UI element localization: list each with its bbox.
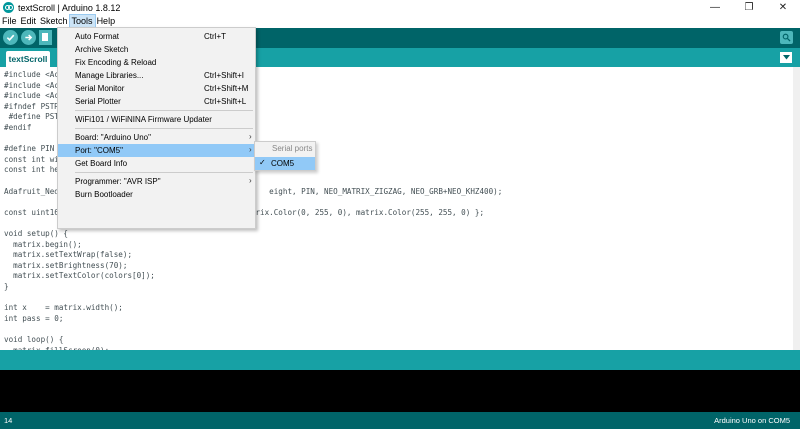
maximize-button[interactable]: ❐ <box>732 0 766 15</box>
menu-item-label: Programmer: "AVR ISP" <box>75 177 161 186</box>
tools-menu: Auto Format Ctrl+T Archive Sketch Fix En… <box>57 27 256 229</box>
code-line: #define PST <box>4 112 59 122</box>
arrow-right-icon <box>25 34 33 41</box>
editor-scrollbar[interactable] <box>793 67 800 350</box>
menu-item-serial-plotter[interactable]: Serial Plotter Ctrl+Shift+L <box>58 95 255 108</box>
menu-item-get-board-info[interactable]: Get Board Info <box>58 157 255 170</box>
code-line: void setup() { <box>4 229 69 238</box>
line-number: 14 <box>4 416 13 425</box>
menu-item-shortcut: Ctrl+T <box>204 32 226 41</box>
menu-edit[interactable]: Edit <box>19 15 39 28</box>
new-button[interactable] <box>39 30 52 45</box>
message-area <box>0 350 800 370</box>
code-line: #endif <box>4 123 32 132</box>
port-option-com5[interactable]: ✓ COM5 <box>255 157 315 170</box>
menu-item-label: Archive Sketch <box>75 45 129 54</box>
new-file-icon <box>42 33 48 41</box>
verify-button[interactable] <box>3 30 18 45</box>
menu-item-shortcut: Ctrl+Shift+M <box>204 84 249 93</box>
upload-button[interactable] <box>21 30 36 45</box>
code-line: int x = matrix.width(); <box>4 303 123 313</box>
code-line: #include <Ac <box>4 91 59 101</box>
menu-item-burn-bootloader[interactable]: Burn Bootloader <box>58 188 255 201</box>
tab-menu-button[interactable] <box>780 52 792 63</box>
menu-item-label: Serial Plotter <box>75 97 121 106</box>
submenu-header: Serial ports <box>272 144 313 153</box>
check-icon <box>6 34 15 42</box>
magnifier-icon <box>782 33 791 42</box>
code-line: #include <Ac <box>4 70 59 79</box>
code-line: } <box>4 282 9 291</box>
menu-item-label: Board: "Arduino Uno" <box>75 133 151 142</box>
chevron-right-icon: › <box>249 145 252 154</box>
menu-separator <box>75 172 253 173</box>
menu-item-port[interactable]: Port: "COM5" › <box>58 144 255 157</box>
menu-item-label: Port: "COM5" <box>75 146 123 155</box>
menu-item-archive-sketch[interactable]: Archive Sketch <box>58 43 255 56</box>
code-line: matrix.begin(); <box>4 239 82 249</box>
menu-item-programmer[interactable]: Programmer: "AVR ISP" › <box>58 175 255 188</box>
menu-item-label: Get Board Info <box>75 159 128 168</box>
menu-item-manage-libraries[interactable]: Manage Libraries... Ctrl+Shift+I <box>58 69 255 82</box>
menu-item-board[interactable]: Board: "Arduino Uno" › <box>58 131 255 144</box>
arduino-logo-icon <box>3 2 14 13</box>
menu-item-label: WiFi101 / WiFiNINA Firmware Updater <box>75 115 212 124</box>
title-bar: textScroll | Arduino 1.8.12 — ❐ ✕ <box>0 0 800 15</box>
code-line: matrix.setBrightness(70); <box>4 260 128 270</box>
code-line: int pass = 0; <box>4 313 64 323</box>
close-button[interactable]: ✕ <box>766 0 800 15</box>
code-line: const int he <box>4 165 59 175</box>
menu-item-firmware-updater[interactable]: WiFi101 / WiFiNINA Firmware Updater <box>58 113 255 126</box>
menu-item-label: Serial Monitor <box>75 84 125 93</box>
status-bar: 14 Arduino Uno on COM5 <box>0 412 800 429</box>
menu-separator <box>75 128 253 129</box>
code-line: void loop() { <box>4 335 64 344</box>
board-status: Arduino Uno on COM5 <box>714 416 790 425</box>
chevron-down-icon <box>782 55 790 60</box>
menu-item-auto-format[interactable]: Auto Format Ctrl+T <box>58 30 255 43</box>
chevron-right-icon: › <box>249 176 252 185</box>
menu-item-shortcut: Ctrl+Shift+L <box>204 97 247 106</box>
checkmark-icon: ✓ <box>259 158 266 167</box>
code-line: matrix.setTextWrap(false); <box>4 250 133 260</box>
code-line: matrix.setTextColor(colors[0]); <box>4 271 155 281</box>
window-title: textScroll | Arduino 1.8.12 <box>18 2 121 13</box>
menu-item-shortcut: Ctrl+Shift+I <box>204 71 245 80</box>
port-option-label: COM5 <box>271 159 295 168</box>
menu-item-label: Manage Libraries... <box>75 71 144 80</box>
code-line: #ifndef PSTR <box>4 101 59 111</box>
serial-monitor-button[interactable] <box>780 31 793 44</box>
menu-item-label: Auto Format <box>75 32 120 41</box>
code-line: const int wi <box>4 154 59 164</box>
console-output <box>0 370 800 412</box>
code-line: #include <Ac <box>4 80 59 90</box>
menu-file[interactable]: File <box>0 15 19 28</box>
menu-separator <box>75 110 253 111</box>
menu-item-fix-encoding[interactable]: Fix Encoding & Reload <box>58 56 255 69</box>
tab-textscroll[interactable]: textScroll <box>6 51 50 67</box>
menu-item-label: Fix Encoding & Reload <box>75 58 157 67</box>
menu-item-serial-monitor[interactable]: Serial Monitor Ctrl+Shift+M <box>58 82 255 95</box>
menu-item-label: Burn Bootloader <box>75 190 133 199</box>
code-line: #define PIN <box>4 144 55 154</box>
chevron-right-icon: › <box>249 132 252 141</box>
minimize-button[interactable]: — <box>698 0 732 15</box>
window-controls: — ❐ ✕ <box>698 0 800 15</box>
port-submenu: Serial ports ✓ COM5 <box>254 141 316 171</box>
